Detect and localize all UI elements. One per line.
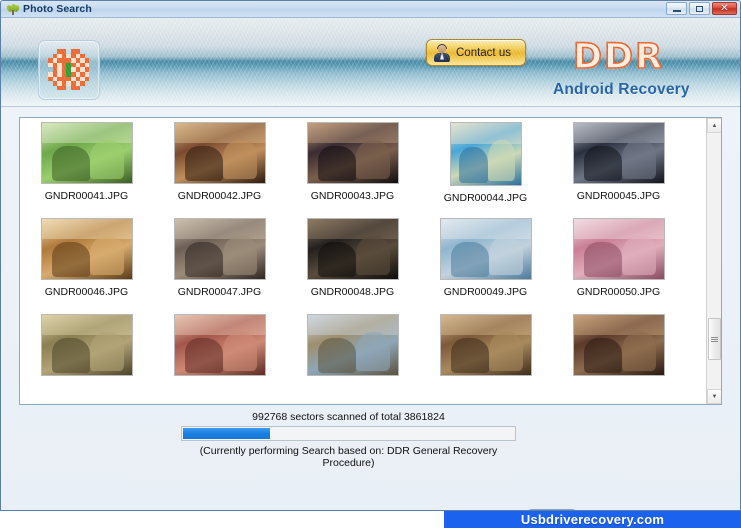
window-title: Photo Search [23, 3, 92, 15]
scrollbar-thumb[interactable] [708, 318, 721, 360]
thumbnail-image[interactable] [439, 218, 532, 280]
content-area: GNDR00041.JPG GNDR00042.JPG GNDR00043.JPG G… [1, 107, 740, 510]
thumbnail-filename: GNDR00047.JPG [177, 286, 262, 298]
thumbnail-image[interactable] [572, 314, 665, 376]
thumbnail-image[interactable] [306, 314, 399, 376]
thumbnail-image[interactable] [572, 218, 665, 280]
thumbnail-item[interactable] [419, 310, 552, 404]
thumbnail-item[interactable]: GNDR00049.JPG [419, 214, 552, 310]
application-window: Photo Search ✕ Contact us DDR Android Re… [0, 0, 741, 528]
minimize-button[interactable] [666, 2, 687, 15]
sectors-scanned-label: 992768 sectors scanned of total 3861824 [252, 411, 445, 423]
thumbnail-image[interactable] [40, 314, 133, 376]
thumbnail-image[interactable] [173, 122, 266, 184]
scroll-up-button[interactable]: ▲ [707, 118, 721, 133]
thumbnail-item[interactable]: GNDR00046.JPG [20, 214, 153, 310]
thumbnail-grid[interactable]: GNDR00041.JPG GNDR00042.JPG GNDR00043.JPG G… [20, 118, 706, 404]
thumbnail-image[interactable] [40, 122, 133, 184]
thumbnail-row [20, 310, 706, 404]
thumbnail-item[interactable]: GNDR00050.JPG [552, 214, 685, 310]
thumbnail-image[interactable] [572, 122, 665, 184]
thumbnail-filename: GNDR00045.JPG [576, 190, 661, 202]
main-window: Photo Search ✕ Contact us DDR Android Re… [0, 0, 741, 511]
title-bar: Photo Search ✕ [1, 1, 740, 18]
leaf-icon [5, 3, 21, 16]
thumbnail-scrollbar[interactable]: ▲ ▼ [706, 118, 721, 404]
thumbnail-item[interactable]: GNDR00044.JPG [419, 118, 552, 214]
scan-progress-bar [181, 426, 516, 441]
thumbnail-item[interactable]: GNDR00048.JPG [286, 214, 419, 310]
contact-us-button[interactable]: Contact us [426, 39, 526, 66]
thumbnail-item[interactable] [20, 310, 153, 404]
thumbnail-item[interactable] [286, 310, 419, 404]
brand-url-banner: Usbdriverecovery.com [444, 511, 741, 528]
thumbnail-image[interactable] [40, 218, 133, 280]
thumbnail-filename: GNDR00043.JPG [310, 190, 395, 202]
footer: Usbdriverecovery.com [0, 511, 741, 528]
thumbnail-item[interactable]: GNDR00047.JPG [153, 214, 286, 310]
thumbnail-image[interactable] [173, 218, 266, 280]
window-controls: ✕ [666, 2, 737, 15]
thumbnail-item[interactable]: GNDR00041.JPG [20, 118, 153, 214]
thumbnail-filename: GNDR00050.JPG [576, 286, 661, 298]
thumbnail-filename: GNDR00049.JPG [443, 286, 528, 298]
recovery-procedure-label: (Currently performing Search based on: D… [199, 445, 498, 469]
maximize-button[interactable] [689, 2, 710, 15]
thumbnail-item[interactable]: GNDR00043.JPG [286, 118, 419, 214]
thumbnail-panel: GNDR00041.JPG GNDR00042.JPG GNDR00043.JPG G… [19, 117, 722, 405]
close-button[interactable]: ✕ [712, 2, 737, 15]
thumbnail-filename: GNDR00048.JPG [310, 286, 395, 298]
thumbnail-filename: GNDR00046.JPG [44, 286, 129, 298]
chevron-down-icon: ▼ [711, 393, 718, 400]
thumbnail-item[interactable] [552, 310, 685, 404]
thumbnail-image[interactable] [449, 122, 522, 186]
checkerboard-flower-icon [38, 40, 100, 100]
thumbnail-row: GNDR00041.JPG GNDR00042.JPG GNDR00043.JPG G… [20, 118, 706, 214]
brand-title: DDR [572, 36, 665, 78]
thumbnail-item[interactable] [153, 310, 286, 404]
thumbnail-filename: GNDR00042.JPG [177, 190, 262, 202]
chevron-up-icon: ▲ [711, 122, 718, 129]
scroll-down-button[interactable]: ▼ [707, 389, 721, 404]
close-icon: ✕ [720, 2, 729, 14]
contact-us-label: Contact us [456, 46, 511, 59]
thumbnail-image[interactable] [306, 218, 399, 280]
thumbnail-item[interactable]: GNDR00045.JPG [552, 118, 685, 214]
thumbnail-image[interactable] [306, 122, 399, 184]
thumbnail-image[interactable] [439, 314, 532, 376]
header-banner: Contact us DDR Android Recovery [1, 18, 740, 107]
person-icon [433, 43, 451, 62]
thumbnail-item[interactable]: GNDR00042.JPG [153, 118, 286, 214]
thumbnail-row: GNDR00046.JPG GNDR00047.JPG GNDR00048.JPG G… [20, 214, 706, 310]
brand-url-label: Usbdriverecovery.com [520, 512, 665, 527]
progress-area: 992768 sectors scanned of total 3861824 … [176, 410, 521, 469]
scan-progress-fill [183, 428, 270, 439]
brand-subtitle: Android Recovery [553, 81, 690, 98]
thumbnail-image[interactable] [173, 314, 266, 376]
thumbnail-filename: GNDR00041.JPG [44, 190, 129, 202]
thumbnail-filename: GNDR00044.JPG [443, 192, 528, 204]
